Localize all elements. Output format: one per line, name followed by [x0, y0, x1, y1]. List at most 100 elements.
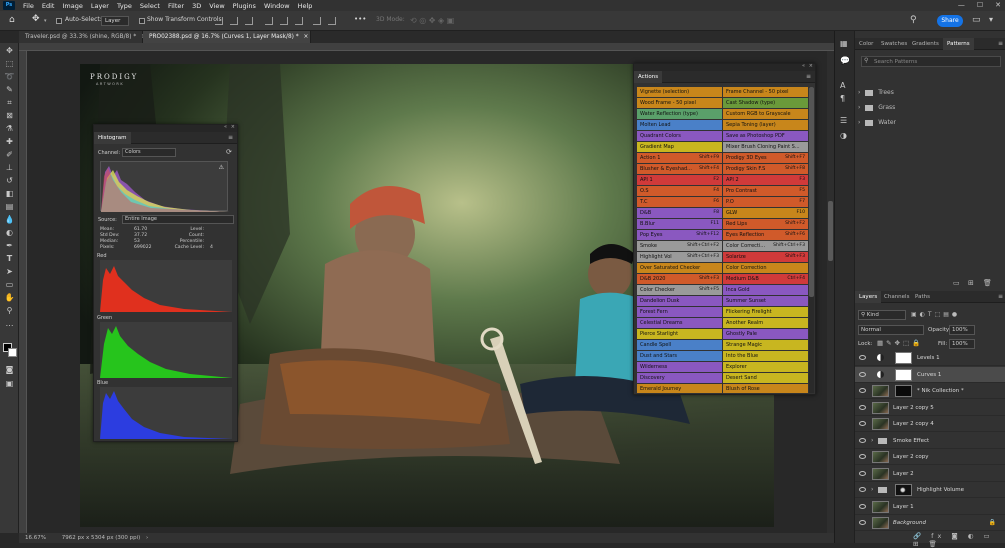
- action-button[interactable]: Prodigy Skin F.S Shift+F8: [723, 164, 808, 174]
- menu-file[interactable]: File: [19, 2, 38, 10]
- tab-pro02388[interactable]: PRO02388.psd @ 16.7% (Curves 1, Layer Ma…: [143, 31, 311, 43]
- action-button[interactable]: Smoke Shift+Ctrl+F2: [637, 241, 722, 251]
- action-button[interactable]: D&B 2020 Shift+F3: [637, 274, 722, 284]
- action-button[interactable]: D&B F8: [637, 208, 722, 218]
- collapse-icon[interactable]: «: [802, 63, 805, 69]
- align-right-icon[interactable]: [245, 17, 253, 25]
- collapse-icon[interactable]: «: [224, 124, 227, 130]
- action-button[interactable]: Molten Lead: [637, 120, 722, 130]
- action-button[interactable]: Color Checker Shift+F5: [637, 285, 722, 295]
- layer-row[interactable]: Layer 2 copy 5: [855, 400, 1005, 416]
- menu-type[interactable]: Type: [113, 2, 136, 10]
- menu-3d[interactable]: 3D: [188, 2, 205, 10]
- action-button[interactable]: Forest Fern: [637, 307, 722, 317]
- lock-icons[interactable]: ▦✎✥⬚🔒: [877, 339, 923, 347]
- action-button[interactable]: Celestial Dreams: [637, 318, 722, 328]
- action-button[interactable]: Color Correction: [723, 263, 808, 273]
- dodge-tool-icon[interactable]: ◐: [4, 228, 15, 238]
- tab-traveler[interactable]: Traveler.psd @ 33.3% (shine, RGB/8) * ×: [19, 31, 146, 43]
- action-button[interactable]: Solarize Shift+F3: [723, 252, 808, 262]
- layer-mask-thumbnail[interactable]: [895, 484, 912, 496]
- layer-row[interactable]: Background 🔒: [855, 515, 1005, 531]
- action-button[interactable]: Wilderness: [637, 362, 722, 372]
- maximize-button[interactable]: ☐: [977, 1, 983, 9]
- action-button[interactable]: Water Reflection (type): [637, 109, 722, 119]
- panel-grip[interactable]: « ×: [94, 124, 237, 132]
- panel-menu-icon[interactable]: ≡: [998, 40, 1003, 47]
- action-button[interactable]: Over Saturated Checker: [637, 263, 722, 273]
- opacity-field[interactable]: 100%: [949, 325, 975, 335]
- tab-gradients[interactable]: Gradients: [908, 38, 943, 50]
- history-brush-tool-icon[interactable]: ↺: [4, 176, 15, 186]
- layer-row[interactable]: Levels 1: [855, 350, 1005, 366]
- action-button[interactable]: Ghostly Pale: [723, 329, 808, 339]
- menu-filter[interactable]: Filter: [164, 2, 188, 10]
- new-pattern-icon[interactable]: ⊞: [968, 279, 974, 287]
- move-tool-icon[interactable]: ✥: [4, 46, 15, 56]
- gradient-tool-icon[interactable]: ▤: [4, 202, 15, 212]
- action-button[interactable]: B.Blur F11: [637, 219, 722, 229]
- action-button[interactable]: Prodigy 3D Eyes Shift+F7: [723, 153, 808, 163]
- action-button[interactable]: Candle Spell: [637, 340, 722, 350]
- delete-icon[interactable]: 🗑: [983, 279, 992, 287]
- align-left-icon[interactable]: [215, 17, 223, 25]
- paragraph-icon[interactable]: ¶: [840, 94, 845, 103]
- scroll-thumb[interactable]: [809, 87, 814, 297]
- action-button[interactable]: Custom RGB to Grayscale: [723, 109, 808, 119]
- shape-tool-icon[interactable]: ▭: [4, 280, 15, 290]
- action-button[interactable]: T.C F6: [637, 197, 722, 207]
- type-tool-icon[interactable]: T: [4, 254, 15, 264]
- close-panel-icon[interactable]: ×: [809, 63, 813, 69]
- chevron-right-icon[interactable]: ›: [871, 486, 873, 493]
- actions-scrollbar[interactable]: [809, 87, 814, 393]
- panel-menu-icon[interactable]: ≡: [806, 73, 811, 80]
- layer-filter-icons[interactable]: ▣◐T⬚▤●: [911, 311, 960, 318]
- action-button[interactable]: Quadrant Colors: [637, 131, 722, 141]
- brush-tool-icon[interactable]: ✐: [4, 150, 15, 160]
- action-button[interactable]: Emerald Journey: [637, 384, 722, 393]
- marquee-tool-icon[interactable]: ⬚: [4, 59, 15, 69]
- action-button[interactable]: Frame Channel - 50 pixel: [723, 87, 808, 97]
- vertical-scrollbar[interactable]: [827, 51, 834, 533]
- action-button[interactable]: Discovery: [637, 373, 722, 383]
- distribute-vertical-icon[interactable]: [328, 17, 336, 25]
- action-button[interactable]: Dandelion Dusk: [637, 296, 722, 306]
- layer-row[interactable]: Layer 2 copy: [855, 449, 1005, 465]
- distribute-icon[interactable]: [313, 17, 321, 25]
- frame-tool-icon[interactable]: ⊠: [4, 111, 15, 121]
- action-button[interactable]: API 1 F2: [637, 175, 722, 185]
- eye-icon[interactable]: [859, 371, 866, 377]
- share-button[interactable]: Share: [937, 15, 963, 27]
- screen-mode-icon[interactable]: ▣: [4, 379, 15, 389]
- layer-row[interactable]: › Highlight Volume: [855, 482, 1005, 498]
- layer-row[interactable]: › Smoke Effect: [855, 433, 1005, 449]
- scroll-thumb[interactable]: [828, 201, 833, 261]
- eye-icon[interactable]: [859, 437, 866, 443]
- workspace-dropdown-icon[interactable]: ▾: [989, 15, 993, 24]
- action-button[interactable]: Explorer: [723, 362, 808, 372]
- action-button[interactable]: Blush of Rose: [723, 384, 808, 393]
- layer-mask-thumbnail[interactable]: [895, 368, 912, 381]
- close-panel-icon[interactable]: ×: [231, 124, 235, 130]
- tab-swatches[interactable]: Swatches: [877, 38, 911, 50]
- properties-icon[interactable]: ☰: [840, 116, 847, 125]
- healing-brush-tool-icon[interactable]: ✚: [4, 137, 15, 147]
- eye-icon[interactable]: [859, 404, 866, 410]
- adjustments-icon[interactable]: ◑: [840, 131, 847, 140]
- menu-plugins[interactable]: Plugins: [229, 2, 260, 10]
- action-button[interactable]: Summer Sunset: [723, 296, 808, 306]
- workspace-icon[interactable]: ▭: [972, 15, 981, 25]
- tab-patterns[interactable]: Patterns: [943, 38, 974, 50]
- action-button[interactable]: Cast Shadow (type): [723, 98, 808, 108]
- zoom-level[interactable]: 16.67%: [25, 535, 46, 541]
- action-button[interactable]: Wood Frame - 50 pixel: [637, 98, 722, 108]
- chevron-down-icon[interactable]: ▾: [44, 18, 47, 24]
- layer-row[interactable]: Curves 1: [855, 366, 1005, 383]
- action-button[interactable]: Eyes Reflection Shift+F6: [723, 230, 808, 240]
- blur-tool-icon[interactable]: 💧: [4, 215, 15, 225]
- eye-icon[interactable]: [859, 454, 866, 459]
- action-button[interactable]: Desert Sand: [723, 373, 808, 383]
- background-color-swatch[interactable]: [8, 348, 17, 357]
- layer-row[interactable]: Layer 1: [855, 499, 1005, 515]
- eye-icon[interactable]: [859, 355, 866, 360]
